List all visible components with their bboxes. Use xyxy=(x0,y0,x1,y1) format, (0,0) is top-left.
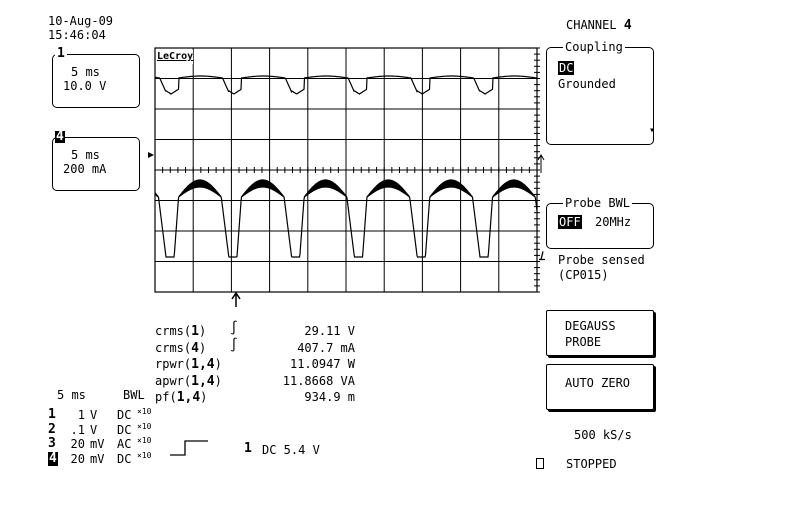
channel-coupling: DC xyxy=(117,422,132,437)
trigger-source: 1 xyxy=(244,441,252,456)
measurement-value: 11.0947 W xyxy=(289,357,355,371)
measurement-value: 407.7 mA xyxy=(297,340,355,355)
probe-bwl-label: Probe BWL xyxy=(563,196,633,210)
probe-bwl-option-20mhz[interactable]: 20MHz xyxy=(595,215,631,229)
degauss-label: DEGAUSS xyxy=(565,319,616,333)
channel-probe-attenuation: ×10 xyxy=(137,407,152,416)
channel-volts: 1 xyxy=(77,408,85,422)
trace-1-offset-marker xyxy=(148,152,154,158)
channel-number: 2 xyxy=(48,421,56,437)
channel-volts: 20 xyxy=(70,451,85,466)
channel-number: 1 xyxy=(48,407,56,422)
trigger-level: DC 5.4 V xyxy=(262,443,320,457)
probe-model-text: (CP015) xyxy=(558,268,609,282)
acquisition-status-icon xyxy=(536,458,544,469)
auto-zero-label: AUTO ZERO xyxy=(565,376,631,390)
channel-volts: .1 xyxy=(70,422,85,437)
measurement-name: apwr(1,4) xyxy=(155,373,222,389)
channel-volts: 20 xyxy=(70,437,85,451)
sample-rate: 500 kS/s xyxy=(574,428,632,442)
measurement-name: crms(1) xyxy=(155,324,207,339)
degauss-probe-button[interactable]: DEGAUSS PROBE xyxy=(546,310,654,356)
sine-cycle-icon: ∫ xyxy=(230,321,238,336)
channel-unit: V xyxy=(90,422,98,437)
measurement-value: 29.11 V xyxy=(304,324,355,338)
channel-unit: mV xyxy=(90,451,105,466)
probe-bwl-menu[interactable]: Probe BWL OFF 20MHz xyxy=(546,197,654,249)
menu-more-arrow-icon: ▾ xyxy=(649,125,656,136)
channel-probe-attenuation: ×10 xyxy=(137,421,152,431)
channel-coupling: AC xyxy=(117,437,132,451)
channel-probe-attenuation: ×10 xyxy=(137,450,152,460)
channel-number: 4 xyxy=(48,450,58,466)
oscilloscope-screen: 10-Aug-09 15:46:04 1 5 ms 10.0 V 4 5 ms … xyxy=(0,0,788,508)
channel-coupling: DC xyxy=(117,451,132,466)
measurement-value: 934.9 m xyxy=(304,390,355,404)
menu-title: CHANNEL 4 xyxy=(566,18,632,33)
coupling-option-dc[interactable]: DC xyxy=(558,61,575,75)
measurement-value: 11.8668 VA xyxy=(282,373,355,388)
channel-probe-attenuation: ×10 xyxy=(137,436,152,445)
measurement-name: pf(1,4) xyxy=(155,390,208,405)
lecroy-logo: LeCroy xyxy=(157,50,194,64)
channel-number: 3 xyxy=(48,436,56,451)
trigger-position-arrow xyxy=(231,291,241,307)
coupling-option-grounded[interactable]: Grounded xyxy=(558,77,616,91)
auto-zero-button[interactable]: AUTO ZERO xyxy=(546,364,654,410)
measurement-name: crms(4) xyxy=(155,340,207,356)
sine-cycle-icon: ∫ xyxy=(230,337,238,353)
probe-bwl-option-off[interactable]: OFF xyxy=(558,215,582,229)
timebase-value: 5 ms xyxy=(57,388,86,402)
channel-unit: V xyxy=(90,408,98,422)
coupling-label: Coupling xyxy=(563,40,625,54)
acquisition-state: STOPPED xyxy=(566,457,617,471)
coupling-menu[interactable]: Coupling DC Grounded ▾ xyxy=(546,41,656,145)
probe-label: PROBE xyxy=(565,335,602,349)
channel-coupling: DC xyxy=(117,408,132,422)
measurement-name: rpwr(1,4) xyxy=(155,357,222,372)
bwl-indicator: BWL xyxy=(123,388,145,402)
probe-sensed-text: Probe sensed xyxy=(558,253,645,267)
channel-unit: mV xyxy=(90,437,105,451)
